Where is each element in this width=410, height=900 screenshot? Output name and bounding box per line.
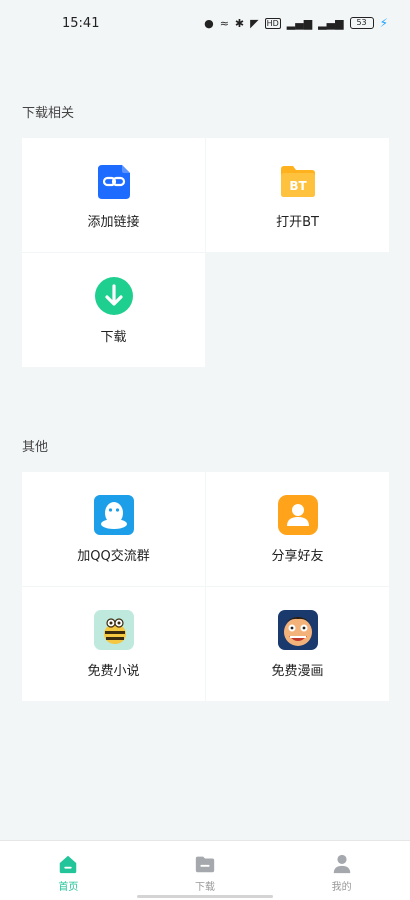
comic-face-icon <box>277 609 318 650</box>
link-icon <box>94 161 134 201</box>
share-friends-label: 分享好友 <box>271 548 324 564</box>
section-title-other: 其他 <box>22 440 49 455</box>
novel-bee-icon <box>93 609 134 650</box>
status-bar: 15:41 ● ≈ ✱ ◤ HD ▂▄▆ ▂▄▆ 53 ⚡ <box>0 0 410 46</box>
qq-icon <box>93 494 134 535</box>
add-link-label: 添加链接 <box>87 214 140 230</box>
bt-folder-icon: BT <box>278 161 318 201</box>
folder-icon <box>195 856 215 873</box>
other-grid: 加QQ交流群 分享好友 免费小说 免费漫画 <box>22 472 389 701</box>
hd-badge: HD <box>264 17 281 29</box>
drop-icon: ● <box>204 16 214 30</box>
svg-text:BT: BT <box>289 179 307 193</box>
open-bt-tile[interactable]: BT 打开BT <box>206 138 389 252</box>
nav-label-download: 下载 <box>194 882 215 893</box>
charging-icon: ⚡ <box>379 16 388 30</box>
download-tile[interactable]: 下载 <box>22 253 205 367</box>
signal-icon-2: ▂▄▆ <box>318 16 344 30</box>
person-icon <box>333 854 350 874</box>
download-grid: 添加链接 BT 打开BT 下载 <box>22 138 389 367</box>
join-qq-group-label: 加QQ交流群 <box>77 548 150 564</box>
bluetooth-icon: ✱ <box>234 16 245 30</box>
battery-icon: 53 <box>349 17 374 29</box>
status-time: 15:41 <box>62 15 100 31</box>
signal-icon-1: ▂▄▆ <box>286 16 313 30</box>
status-icons: ● ≈ ✱ ◤ HD ▂▄▆ ▂▄▆ 53 ⚡ <box>204 16 388 30</box>
download-icon <box>94 276 134 316</box>
join-qq-group-tile[interactable]: 加QQ交流群 <box>22 472 205 586</box>
section-title-download: 下载相关 <box>22 106 75 121</box>
free-novel-tile[interactable]: 免费小说 <box>22 587 205 701</box>
nav-item-home[interactable]: 首页 <box>18 841 118 893</box>
home-indicator <box>137 895 273 898</box>
home-icon <box>60 855 77 874</box>
nav-item-mine[interactable]: 我的 <box>292 841 392 893</box>
wifi-icon: ◤ <box>250 16 259 30</box>
nav-label-home: 首页 <box>58 882 79 893</box>
free-comic-tile[interactable]: 免费漫画 <box>206 587 389 701</box>
free-comic-label: 免费漫画 <box>271 663 324 679</box>
open-bt-label: 打开BT <box>276 214 319 230</box>
download-label: 下载 <box>100 329 127 345</box>
nav-label-mine: 我的 <box>331 882 352 893</box>
user-share-icon <box>277 494 318 535</box>
add-link-tile[interactable]: 添加链接 <box>22 138 205 252</box>
free-novel-label: 免费小说 <box>87 663 140 679</box>
nav-item-download[interactable]: 下载 <box>155 841 255 893</box>
bottom-nav: 首页 下载 我的 <box>0 840 410 900</box>
share-friends-tile[interactable]: 分享好友 <box>206 472 389 586</box>
data-saver-icon: ≈ <box>219 16 229 30</box>
